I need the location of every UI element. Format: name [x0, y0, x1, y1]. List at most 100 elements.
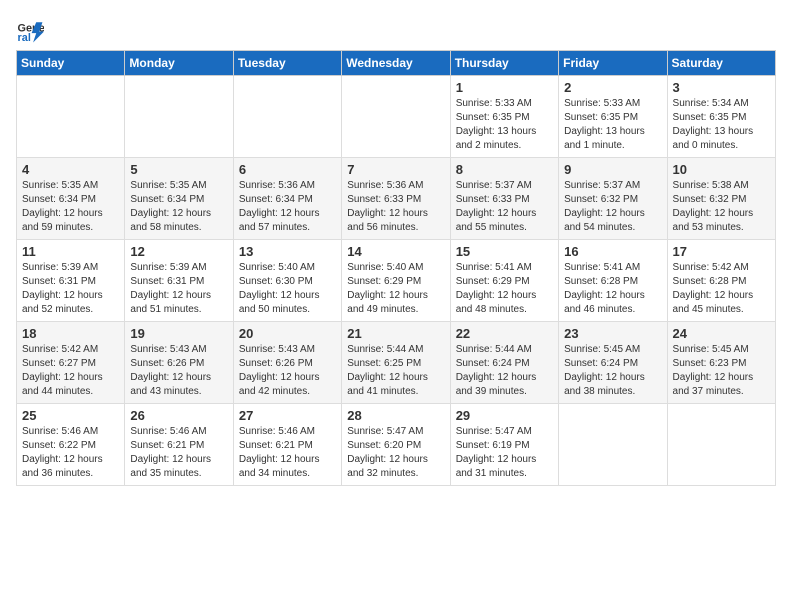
day-info: Sunrise: 5:39 AM Sunset: 6:31 PM Dayligh…	[22, 261, 119, 317]
day-info: Sunrise: 5:42 AM Sunset: 6:28 PM Dayligh…	[673, 261, 770, 317]
calendar-cell: 26 Sunrise: 5:46 AM Sunset: 6:21 PM Dayli…	[125, 404, 233, 486]
day-info: Sunrise: 5:41 AM Sunset: 6:28 PM Dayligh…	[564, 261, 661, 317]
day-number: 20	[239, 326, 336, 341]
day-number: 6	[239, 162, 336, 177]
calendar-week-row: 25 Sunrise: 5:46 AM Sunset: 6:22 PM Dayli…	[17, 404, 776, 486]
calendar-header-row: SundayMondayTuesdayWednesdayThursdayFrid…	[17, 51, 776, 76]
page-header: Gene ral	[16, 16, 776, 44]
day-number: 25	[22, 408, 119, 423]
day-number: 21	[347, 326, 444, 341]
calendar-cell: 2 Sunrise: 5:33 AM Sunset: 6:35 PM Daylig…	[559, 76, 667, 158]
calendar-cell: 24 Sunrise: 5:45 AM Sunset: 6:23 PM Dayli…	[667, 322, 775, 404]
day-number: 5	[130, 162, 227, 177]
day-info: Sunrise: 5:43 AM Sunset: 6:26 PM Dayligh…	[239, 343, 336, 399]
day-info: Sunrise: 5:36 AM Sunset: 6:34 PM Dayligh…	[239, 179, 336, 235]
calendar-cell: 9 Sunrise: 5:37 AM Sunset: 6:32 PM Daylig…	[559, 158, 667, 240]
logo-icon: Gene ral	[16, 16, 44, 44]
svg-text:ral: ral	[18, 32, 31, 44]
day-info: Sunrise: 5:45 AM Sunset: 6:24 PM Dayligh…	[564, 343, 661, 399]
day-number: 18	[22, 326, 119, 341]
day-number: 9	[564, 162, 661, 177]
day-info: Sunrise: 5:36 AM Sunset: 6:33 PM Dayligh…	[347, 179, 444, 235]
calendar-cell: 23 Sunrise: 5:45 AM Sunset: 6:24 PM Dayli…	[559, 322, 667, 404]
calendar-cell: 11 Sunrise: 5:39 AM Sunset: 6:31 PM Dayli…	[17, 240, 125, 322]
day-number: 16	[564, 244, 661, 259]
day-info: Sunrise: 5:45 AM Sunset: 6:23 PM Dayligh…	[673, 343, 770, 399]
calendar-day-header: Monday	[125, 51, 233, 76]
day-number: 17	[673, 244, 770, 259]
day-info: Sunrise: 5:37 AM Sunset: 6:32 PM Dayligh…	[564, 179, 661, 235]
day-info: Sunrise: 5:40 AM Sunset: 6:30 PM Dayligh…	[239, 261, 336, 317]
calendar-cell: 28 Sunrise: 5:47 AM Sunset: 6:20 PM Dayli…	[342, 404, 450, 486]
day-info: Sunrise: 5:46 AM Sunset: 6:21 PM Dayligh…	[239, 425, 336, 481]
calendar-cell: 22Sunrise: 5:44 AM Sunset: 6:24 PM Dayli…	[450, 322, 558, 404]
day-info: Sunrise: 5:46 AM Sunset: 6:22 PM Dayligh…	[22, 425, 119, 481]
calendar-cell: 4 Sunrise: 5:35 AM Sunset: 6:34 PM Daylig…	[17, 158, 125, 240]
day-number: 27	[239, 408, 336, 423]
calendar-cell: 20 Sunrise: 5:43 AM Sunset: 6:26 PM Dayli…	[233, 322, 341, 404]
calendar-cell: 3Sunrise: 5:34 AM Sunset: 6:35 PM Daylig…	[667, 76, 775, 158]
calendar-week-row: 11 Sunrise: 5:39 AM Sunset: 6:31 PM Dayli…	[17, 240, 776, 322]
calendar-cell: 21 Sunrise: 5:44 AM Sunset: 6:25 PM Dayli…	[342, 322, 450, 404]
calendar-cell: 7 Sunrise: 5:36 AM Sunset: 6:33 PM Daylig…	[342, 158, 450, 240]
day-info: Sunrise: 5:46 AM Sunset: 6:21 PM Dayligh…	[130, 425, 227, 481]
day-number: 29	[456, 408, 553, 423]
day-info: Sunrise: 5:33 AM Sunset: 6:35 PM Dayligh…	[564, 97, 661, 153]
day-info: Sunrise: 5:41 AM Sunset: 6:29 PM Dayligh…	[456, 261, 553, 317]
day-number: 23	[564, 326, 661, 341]
calendar-cell: 13Sunrise: 5:40 AM Sunset: 6:30 PM Dayli…	[233, 240, 341, 322]
calendar-cell: 15Sunrise: 5:41 AM Sunset: 6:29 PM Dayli…	[450, 240, 558, 322]
day-number: 1	[456, 80, 553, 95]
calendar-cell: 19 Sunrise: 5:43 AM Sunset: 6:26 PM Dayli…	[125, 322, 233, 404]
calendar-week-row: 4 Sunrise: 5:35 AM Sunset: 6:34 PM Daylig…	[17, 158, 776, 240]
day-info: Sunrise: 5:37 AM Sunset: 6:33 PM Dayligh…	[456, 179, 553, 235]
day-info: Sunrise: 5:47 AM Sunset: 6:20 PM Dayligh…	[347, 425, 444, 481]
calendar-day-header: Sunday	[17, 51, 125, 76]
day-info: Sunrise: 5:39 AM Sunset: 6:31 PM Dayligh…	[130, 261, 227, 317]
calendar-day-header: Thursday	[450, 51, 558, 76]
calendar-week-row: 1 Sunrise: 5:33 AM Sunset: 6:35 PM Daylig…	[17, 76, 776, 158]
calendar-cell: 5 Sunrise: 5:35 AM Sunset: 6:34 PM Daylig…	[125, 158, 233, 240]
day-number: 26	[130, 408, 227, 423]
day-number: 22	[456, 326, 553, 341]
calendar-cell: 25 Sunrise: 5:46 AM Sunset: 6:22 PM Dayli…	[17, 404, 125, 486]
day-number: 8	[456, 162, 553, 177]
calendar-cell: 16 Sunrise: 5:41 AM Sunset: 6:28 PM Dayli…	[559, 240, 667, 322]
calendar-cell: 27 Sunrise: 5:46 AM Sunset: 6:21 PM Dayli…	[233, 404, 341, 486]
day-number: 28	[347, 408, 444, 423]
calendar-cell: 8 Sunrise: 5:37 AM Sunset: 6:33 PM Daylig…	[450, 158, 558, 240]
calendar-cell: 6 Sunrise: 5:36 AM Sunset: 6:34 PM Daylig…	[233, 158, 341, 240]
calendar-cell: 18Sunrise: 5:42 AM Sunset: 6:27 PM Dayli…	[17, 322, 125, 404]
day-info: Sunrise: 5:44 AM Sunset: 6:25 PM Dayligh…	[347, 343, 444, 399]
day-number: 12	[130, 244, 227, 259]
calendar-day-header: Friday	[559, 51, 667, 76]
day-number: 24	[673, 326, 770, 341]
calendar-cell	[17, 76, 125, 158]
day-number: 7	[347, 162, 444, 177]
calendar-cell: 10 Sunrise: 5:38 AM Sunset: 6:32 PM Dayli…	[667, 158, 775, 240]
calendar-cell: 29 Sunrise: 5:47 AM Sunset: 6:19 PM Dayli…	[450, 404, 558, 486]
logo: Gene ral	[16, 16, 48, 44]
day-info: Sunrise: 5:35 AM Sunset: 6:34 PM Dayligh…	[130, 179, 227, 235]
day-number: 14	[347, 244, 444, 259]
calendar-cell	[667, 404, 775, 486]
day-number: 4	[22, 162, 119, 177]
day-number: 19	[130, 326, 227, 341]
calendar-cell: 1Sunrise: 5:33 AM Sunset: 6:35 PM Daylig…	[450, 76, 558, 158]
calendar-day-header: Saturday	[667, 51, 775, 76]
calendar-cell: 17 Sunrise: 5:42 AM Sunset: 6:28 PM Dayli…	[667, 240, 775, 322]
day-number: 2	[564, 80, 661, 95]
day-info: Sunrise: 5:40 AM Sunset: 6:29 PM Dayligh…	[347, 261, 444, 317]
day-number: 10	[673, 162, 770, 177]
day-info: Sunrise: 5:35 AM Sunset: 6:34 PM Dayligh…	[22, 179, 119, 235]
day-number: 3	[673, 80, 770, 95]
day-info: Sunrise: 5:38 AM Sunset: 6:32 PM Dayligh…	[673, 179, 770, 235]
calendar-week-row: 18Sunrise: 5:42 AM Sunset: 6:27 PM Dayli…	[17, 322, 776, 404]
day-number: 11	[22, 244, 119, 259]
calendar-day-header: Tuesday	[233, 51, 341, 76]
calendar-cell	[342, 76, 450, 158]
day-info: Sunrise: 5:47 AM Sunset: 6:19 PM Dayligh…	[456, 425, 553, 481]
calendar-cell	[559, 404, 667, 486]
calendar-cell: 14 Sunrise: 5:40 AM Sunset: 6:29 PM Dayli…	[342, 240, 450, 322]
day-info: Sunrise: 5:43 AM Sunset: 6:26 PM Dayligh…	[130, 343, 227, 399]
